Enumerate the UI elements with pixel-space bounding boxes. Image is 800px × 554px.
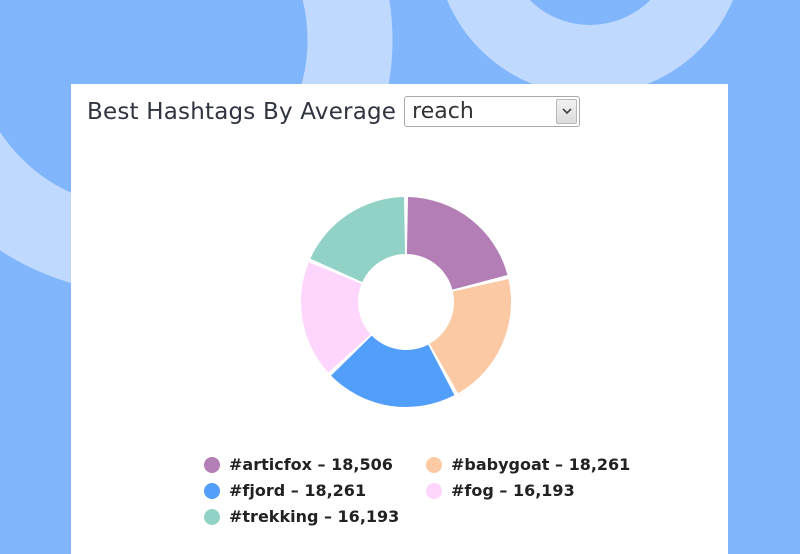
legend-swatch — [426, 482, 442, 499]
legend-label: #articfox – 18,506 — [229, 455, 393, 474]
metric-select-value: reach — [412, 99, 474, 124]
legend-item-babygoat[interactable]: #babygoat – 18,261 — [426, 454, 646, 475]
donut-chart — [301, 197, 511, 407]
metric-select[interactable]: reach — [404, 96, 581, 127]
chevron-down-icon — [562, 108, 572, 115]
legend-swatch — [204, 456, 220, 473]
legend-label: #fog – 16,193 — [451, 481, 575, 500]
legend-label: #trekking – 16,193 — [229, 507, 400, 526]
legend-label: #babygoat – 18,261 — [451, 455, 631, 474]
legend-swatch — [426, 456, 442, 473]
legend-item-articfox[interactable]: #articfox – 18,506 — [204, 454, 426, 475]
legend-item-fjord[interactable]: #fjord – 18,261 — [204, 480, 426, 501]
chart-card: Best Hashtags By Average reach #articfox… — [71, 84, 728, 554]
chart-title: Best Hashtags By Average — [87, 98, 397, 125]
dropdown-button[interactable] — [556, 99, 578, 124]
chart-header: Best Hashtags By Average reach — [87, 96, 581, 127]
chart-legend: #articfox – 18,506 #babygoat – 18,261 #f… — [204, 454, 646, 527]
legend-swatch — [204, 482, 220, 499]
legend-item-trekking[interactable]: #trekking – 16,193 — [204, 506, 426, 527]
donut-slice-articfox[interactable] — [406, 197, 508, 290]
legend-item-fog[interactable]: #fog – 16,193 — [426, 480, 646, 501]
legend-swatch — [204, 508, 220, 525]
legend-label: #fjord – 18,261 — [229, 481, 367, 500]
